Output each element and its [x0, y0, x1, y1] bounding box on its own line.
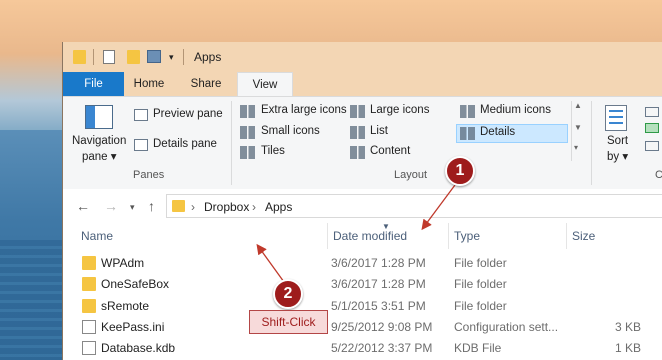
annotation-badge-1: 1 [445, 156, 475, 186]
shift-click-label: Shift-Click [249, 310, 328, 334]
arrow-to-name-column [256, 243, 285, 283]
annotation-badge-2: 2 [273, 279, 303, 309]
arrow-to-date-modified [421, 184, 456, 231]
annotation-arrows [256, 184, 456, 283]
